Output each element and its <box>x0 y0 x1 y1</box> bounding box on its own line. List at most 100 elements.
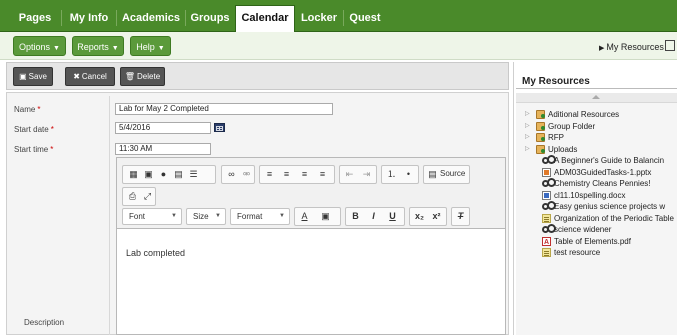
unlink-icon[interactable]: ⚮ <box>240 168 253 181</box>
tab-separator <box>185 10 186 26</box>
align-center-icon[interactable]: ≡ <box>280 168 293 181</box>
tab-quest[interactable]: Quest <box>345 6 385 32</box>
bulleted-list-icon[interactable]: • <box>402 168 415 181</box>
indent-icon[interactable]: ⇥ <box>360 168 373 181</box>
resource-item[interactable]: ADM03GuidedTasks-1.pptx <box>516 167 677 178</box>
tab-locker[interactable]: Locker <box>296 6 342 32</box>
popout-icon[interactable] <box>665 40 675 51</box>
size-select[interactable]: Size ▼ <box>186 208 226 225</box>
format-select[interactable]: Format ▼ <box>230 208 290 225</box>
expand-arrow-icon[interactable]: ▷ <box>525 121 530 132</box>
column-divider <box>109 96 110 335</box>
name-field[interactable]: Lab for May 2 Completed <box>115 103 333 115</box>
start-time-field[interactable]: 11:30 AM <box>115 143 211 155</box>
delete-button[interactable]: 🗑 Delete <box>120 67 165 86</box>
resource-item-label: RFP <box>548 133 564 142</box>
folder-icon <box>536 121 545 131</box>
maximize-icon[interactable]: ⤢ <box>141 190 154 203</box>
start-date-field[interactable]: 5/4/2016 <box>115 122 211 134</box>
format-select-label: Format <box>237 212 263 221</box>
resource-item[interactable]: ▷ Aditional Resources <box>516 109 677 120</box>
pptx-file-icon <box>542 167 551 177</box>
resource-item-label: Chemistry Cleans Pennies! <box>554 179 651 188</box>
cancel-label: Cancel <box>81 72 107 81</box>
subscript-icon[interactable]: x₂ <box>413 210 426 223</box>
print-icon[interactable]: ⎙ <box>126 190 139 203</box>
chevron-down-icon: ▼ <box>157 45 165 52</box>
resource-item[interactable]: cl11.10spelling.docx <box>516 190 677 201</box>
font-select[interactable]: Font ▼ <box>122 208 182 225</box>
editor-content[interactable]: Lab completed <box>126 248 185 258</box>
superscript-icon[interactable]: x² <box>430 210 443 223</box>
underline-icon[interactable]: U <box>386 210 399 223</box>
numbered-list-icon[interactable]: ⒈ <box>385 168 398 181</box>
table-icon[interactable]: ▦ <box>127 168 140 181</box>
start-date-label: Start date * <box>14 125 54 134</box>
help-menu-button[interactable]: Help ▼ <box>130 36 171 56</box>
folder-icon <box>536 110 545 119</box>
remove-format-group: T <box>451 207 470 226</box>
resource-item[interactable]: ▷ RFP <box>516 132 677 143</box>
action-menu-bar: Options ▼ Reports ▼ Help ▼ ▶ My Resources <box>0 32 677 60</box>
resource-item[interactable]: ▷ Group Folder <box>516 121 677 132</box>
align-right-icon[interactable]: ≡ <box>298 168 311 181</box>
options-menu-button[interactable]: Options ▼ <box>13 36 66 56</box>
start-time-label-text: Start time <box>14 145 49 154</box>
save-button[interactable]: ▣ Save <box>13 67 53 86</box>
tab-my-info[interactable]: My Info <box>64 6 114 32</box>
source-button[interactable]: ▤ Source <box>423 165 470 184</box>
cancel-button[interactable]: ✖ Cancel <box>65 67 115 86</box>
horizontal-line-icon[interactable]: ☰ <box>187 168 200 181</box>
expand-arrow-icon[interactable]: ▷ <box>525 132 530 143</box>
flash-icon[interactable]: ● <box>157 168 170 181</box>
resource-item[interactable]: Chemistry Cleans Pennies! <box>516 178 677 189</box>
my-resources-link-label: My Resources <box>606 42 664 52</box>
resource-item-label: science widener <box>554 225 612 234</box>
link-icon[interactable]: ∞ <box>225 168 238 181</box>
justify-icon[interactable]: ≡ <box>316 168 329 181</box>
resource-item[interactable]: test resource <box>516 247 677 258</box>
background-color-icon[interactable]: ▣ <box>319 210 332 223</box>
docx-file-icon <box>542 190 551 200</box>
remove-format-icon[interactable]: T <box>454 210 467 223</box>
name-label-text: Name <box>14 105 36 114</box>
resource-item[interactable]: A Beginner's Guide to Balancin <box>516 155 677 166</box>
text-color-icon[interactable]: A <box>298 210 311 223</box>
resource-item[interactable]: ▷ Uploads <box>516 144 677 155</box>
resource-item[interactable]: Organization of the Periodic Table <box>516 213 677 224</box>
scroll-up-button[interactable] <box>516 93 677 103</box>
bold-icon[interactable]: B <box>349 210 362 223</box>
resource-item-label: test resource <box>554 248 601 257</box>
editor-toolbar: ▦ ▣ ● ▤ ☰ ∞ ⚮ ≡ ≡ ≡ ≡ ⇤ ⇥ ⒈ • ▤ Source ⎙… <box>116 157 506 229</box>
image-icon[interactable]: ▣ <box>142 168 155 181</box>
resource-item-label: ADM03GuidedTasks-1.pptx <box>554 167 652 177</box>
chevron-down-icon: ▼ <box>171 213 177 219</box>
my-resources-toggle[interactable]: ▶ My Resources <box>599 42 664 52</box>
tab-academics[interactable]: Academics <box>119 6 183 32</box>
resource-item-label: A Beginner's Guide to Balancin <box>554 156 665 165</box>
list-toolbar-group: ⒈ • <box>381 165 419 184</box>
chevron-down-icon: ▼ <box>279 213 285 219</box>
italic-icon[interactable]: I <box>367 210 380 223</box>
folder-icon <box>536 144 545 154</box>
tab-calendar[interactable]: Calendar <box>235 5 295 32</box>
required-mark: * <box>50 145 54 154</box>
resource-item[interactable]: Table of Elements.pdf <box>516 236 677 247</box>
resource-item-label: Group Folder <box>548 121 596 131</box>
calendar-icon[interactable] <box>214 123 225 132</box>
reports-menu-button[interactable]: Reports ▼ <box>72 36 124 56</box>
required-mark: * <box>37 105 41 114</box>
align-left-icon[interactable]: ≡ <box>263 168 276 181</box>
align-toolbar-group: ≡ ≡ ≡ ≡ <box>259 165 335 184</box>
resource-item[interactable]: Easy genius science projects w <box>516 201 677 212</box>
page-icon[interactable]: ▤ <box>172 168 185 181</box>
outdent-icon[interactable]: ⇤ <box>343 168 356 181</box>
resource-item[interactable]: science widener <box>516 224 677 235</box>
tab-groups[interactable]: Groups <box>187 6 233 32</box>
note-icon <box>542 248 551 257</box>
expand-arrow-icon[interactable]: ▷ <box>525 144 530 155</box>
link-icon <box>542 155 556 164</box>
expand-arrow-icon[interactable]: ▷ <box>525 109 530 120</box>
tab-pages[interactable]: Pages <box>12 6 58 32</box>
size-select-label: Size <box>193 212 209 221</box>
